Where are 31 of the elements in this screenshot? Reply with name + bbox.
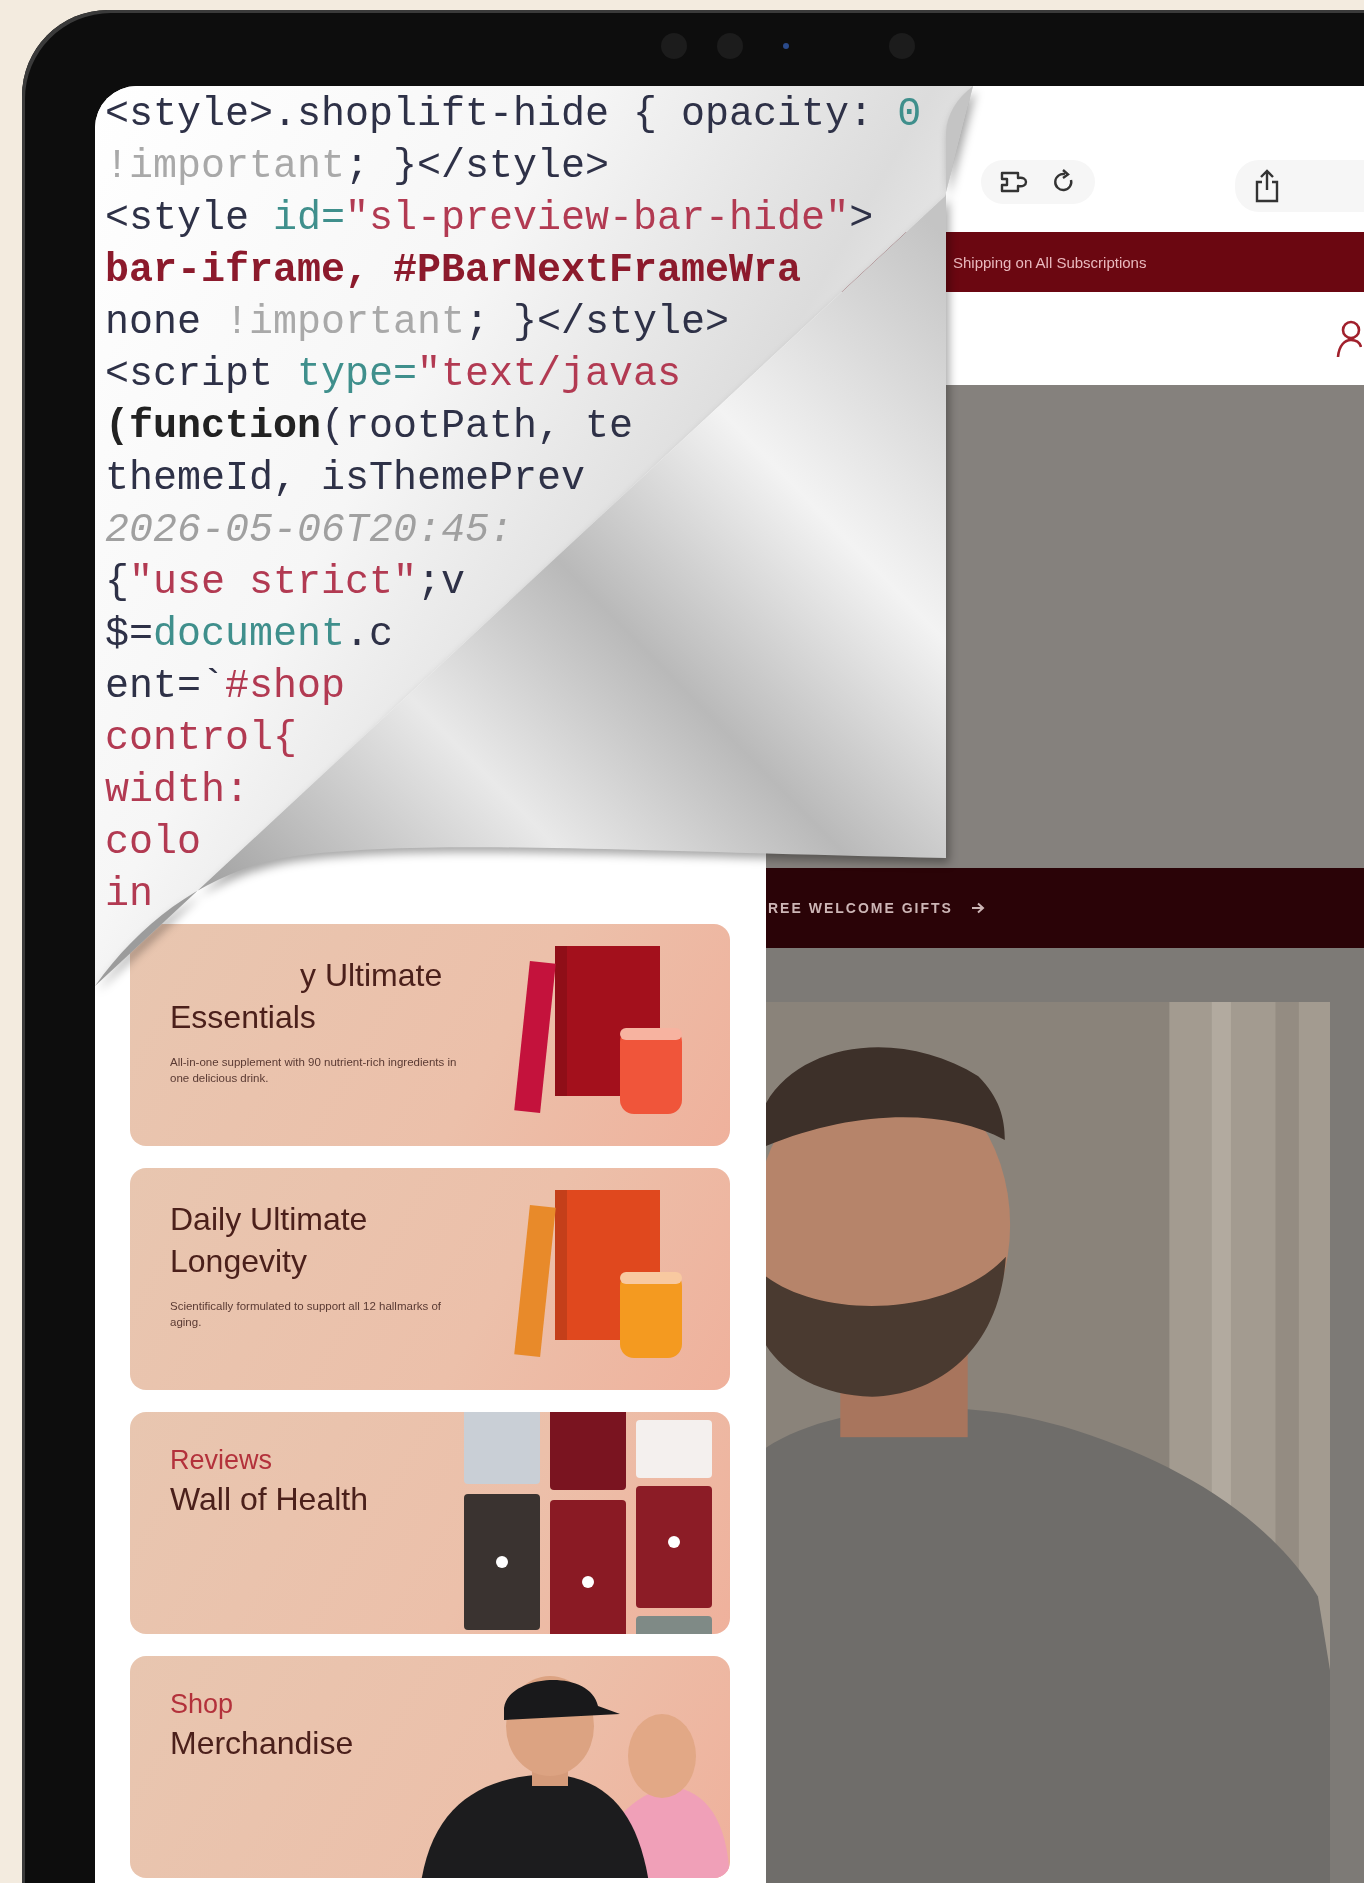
code-line: control{ <box>105 715 298 763</box>
code-line: ent=`#shop <box>105 663 346 711</box>
promo-card[interactable]: Shop Merchandise <box>130 1656 730 1878</box>
card-title: Merchandise <box>170 1724 355 1763</box>
code-line: {"use strict";v <box>105 559 466 607</box>
code-line: in <box>105 871 153 919</box>
sensor-dots-icon <box>660 32 916 60</box>
code-line: <style>.shoplift-hide { opacity: 0 <box>105 91 922 139</box>
card-title: Daily Ultimate Longevity <box>170 1200 369 1281</box>
card-description: Scientifically formulated to support all 12 hallmarks of aging. <box>170 1299 442 1330</box>
promo-text: REE WELCOME GIFTS <box>768 900 953 916</box>
code-line: $=document.c <box>105 611 394 659</box>
code-line: none !important; }</style> <box>105 299 730 347</box>
arrow-icon <box>970 902 985 914</box>
code-line: !important; }</style> <box>105 143 610 191</box>
card-eyebrow: Reviews <box>170 1444 274 1477</box>
code-line: width: <box>105 767 250 815</box>
code-line: colo <box>105 819 201 867</box>
code-line: <script type="text/javas <box>105 351 682 399</box>
card-title: y Ultimate Essentials <box>170 956 444 1037</box>
card-title: Wall of Health <box>170 1480 369 1519</box>
user-icon[interactable] <box>1336 318 1362 359</box>
code-line: 2026-05-06T20:45: <box>105 507 514 555</box>
promo-card[interactable]: Daily Ultimate Longevity Scientifically formulated to support all 12 hallmarks of aging. <box>130 1168 730 1390</box>
promo-bar[interactable]: REE WELCOME GIFTS <box>766 868 1364 948</box>
code-line: (function(rootPath, te <box>105 403 634 451</box>
promo-card[interactable]: Reviews Wall of Health <box>130 1412 730 1634</box>
code-line: themeId, isThemePrev <box>105 455 586 503</box>
card-eyebrow: Shop <box>170 1688 235 1721</box>
promo-card[interactable]: y Ultimate Essentials All-in-one supplement with 90 nutrient-rich ingredients in one delicious drink. <box>130 924 730 1146</box>
card-description: All-in-one supplement with 90 nutrient-rich ingredients in one delicious drink. <box>170 1055 458 1086</box>
